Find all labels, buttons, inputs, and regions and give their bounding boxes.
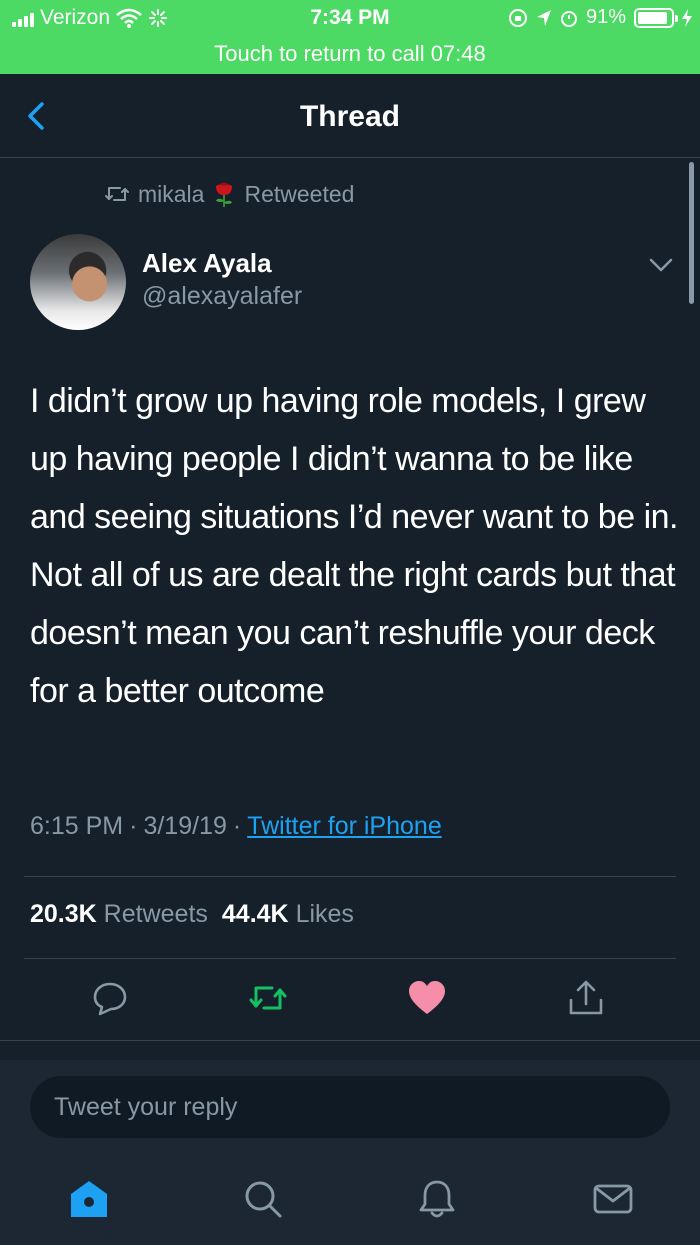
rose-emoji-icon xyxy=(216,182,233,207)
status-bar: Verizon 7:34 PM 91% xyxy=(0,0,700,38)
search-icon[interactable] xyxy=(242,1178,284,1220)
scrollbar[interactable] xyxy=(689,162,694,304)
divider xyxy=(24,876,676,877)
like-icon[interactable] xyxy=(407,978,447,1018)
share-icon[interactable] xyxy=(566,978,606,1018)
retweet-count: 20.3K xyxy=(30,900,97,928)
return-to-call-banner[interactable]: Touch to return to call 07:48 xyxy=(0,38,700,74)
nav-bar: Thread xyxy=(0,74,700,158)
likes-stat[interactable]: 44.4K Likes xyxy=(222,900,354,929)
section-separator xyxy=(0,1040,700,1060)
avatar[interactable] xyxy=(30,234,126,330)
author-name[interactable]: Alex Ayala xyxy=(142,248,272,279)
charging-icon xyxy=(682,8,692,27)
meta-separator: · xyxy=(129,812,138,840)
like-count: 44.4K xyxy=(221,900,289,928)
retweeter-name: mikala xyxy=(138,180,205,207)
chevron-down-icon[interactable] xyxy=(648,256,674,274)
author-handle[interactable]: @alexayalafer xyxy=(142,282,302,311)
battery-icon xyxy=(634,7,678,28)
tweet-meta: 6:15 PM · 3/19/19 · Twitter for iPhone xyxy=(30,812,442,841)
retweets-label: Retweets xyxy=(103,900,208,928)
tweet-date: 3/19/19 xyxy=(143,812,227,840)
reply-input[interactable]: Tweet your reply xyxy=(30,1076,670,1138)
notifications-icon[interactable] xyxy=(416,1178,458,1220)
tweet-text: I didn’t grow up having role models, I g… xyxy=(30,382,679,710)
retweets-stat[interactable]: 20.3K Retweets xyxy=(30,900,208,929)
retweet-small-icon xyxy=(105,187,129,201)
tweet-source-link[interactable]: Twitter for iPhone xyxy=(247,812,442,841)
likes-label: Likes xyxy=(295,900,354,928)
retweet-context[interactable]: mikala Retweeted xyxy=(104,180,354,208)
reply-icon[interactable] xyxy=(90,978,130,1018)
meta-separator: · xyxy=(232,812,242,840)
tweet-time: 6:15 PM xyxy=(30,812,124,840)
tweet-stats: 20.3K Retweets 44.4K Likes xyxy=(30,900,354,929)
alarm-icon xyxy=(560,10,577,27)
retweeted-label: Retweeted xyxy=(244,180,355,207)
divider xyxy=(24,958,676,959)
home-icon[interactable] xyxy=(68,1178,110,1220)
orientation-lock-icon xyxy=(508,8,527,27)
retweet-icon[interactable] xyxy=(248,978,288,1018)
page-title: Thread xyxy=(299,100,401,133)
status-right: 91% xyxy=(508,6,692,29)
messages-icon[interactable] xyxy=(592,1178,634,1220)
location-icon xyxy=(536,9,551,26)
battery-percent: 91% xyxy=(585,6,626,28)
